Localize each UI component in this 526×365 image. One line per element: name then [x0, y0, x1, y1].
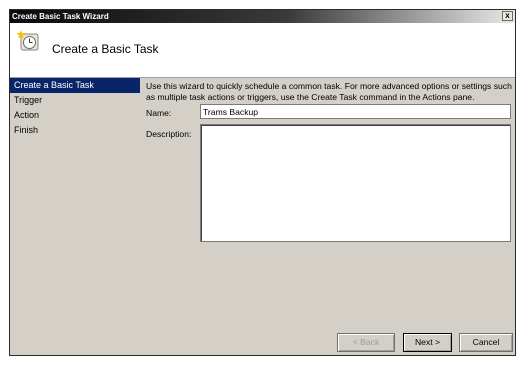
scheduled-task-clock-icon [17, 30, 39, 51]
back-button[interactable]: < Back [337, 333, 395, 352]
step-finish[interactable]: Finish [10, 123, 142, 138]
next-button[interactable]: Next > [403, 333, 452, 352]
wizard-window: Create Basic Task Wizard x Create a Basi… [9, 9, 516, 356]
wizard-steps-list: Create a Basic Task Trigger Action Finis… [10, 78, 142, 138]
description-label: Description: [146, 129, 192, 139]
title-bar[interactable]: Create Basic Task Wizard x [10, 10, 515, 23]
cancel-button[interactable]: Cancel [459, 333, 513, 352]
close-icon: x [505, 11, 510, 20]
name-label: Name: [146, 108, 172, 118]
wizard-header: Create a Basic Task [10, 23, 515, 78]
step-trigger[interactable]: Trigger [10, 93, 142, 108]
step-create-basic-task[interactable]: Create a Basic Task [10, 78, 140, 93]
close-button[interactable]: x [502, 11, 513, 21]
page-title: Create a Basic Task [52, 42, 159, 56]
intro-text: Use this wizard to quickly schedule a co… [146, 81, 512, 102]
window-title: Create Basic Task Wizard [12, 12, 109, 21]
step-action[interactable]: Action [10, 108, 142, 123]
name-input[interactable] [200, 104, 511, 119]
description-textarea[interactable] [200, 124, 511, 242]
